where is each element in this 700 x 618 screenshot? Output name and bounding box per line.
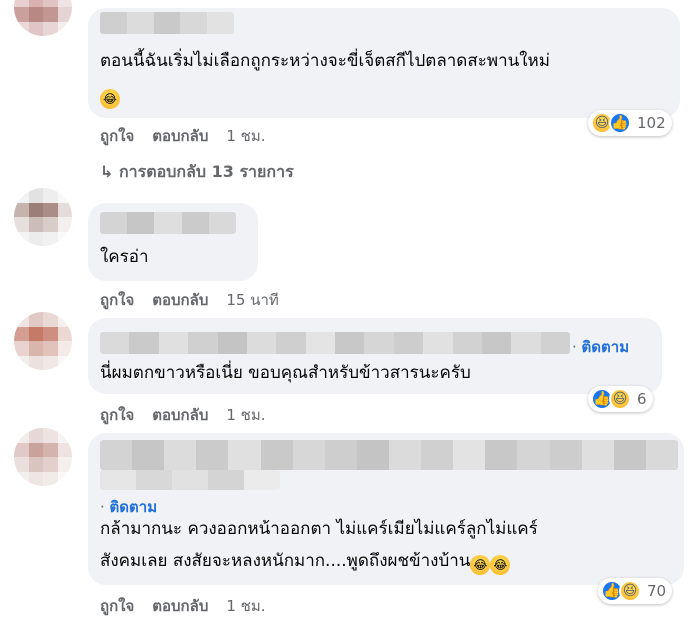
follow-link[interactable]: · ติดตาม xyxy=(572,335,629,359)
comment-actions: ถูกใจ ตอบกลับ 1 ชม. xyxy=(100,403,284,427)
laughing-emoji: 😂 xyxy=(490,555,511,575)
view-replies-link[interactable]: ↳ การตอบกลับ 13 รายการ xyxy=(100,160,294,185)
timestamp[interactable]: 1 ชม. xyxy=(226,594,265,618)
author-name-blurred[interactable] xyxy=(100,12,234,34)
avatar[interactable] xyxy=(14,312,72,370)
like-button[interactable]: ถูกใจ xyxy=(100,403,134,427)
reaction-count: 102 xyxy=(637,114,666,132)
comment-text: ตอนนี้ฉันเริ่มไม่เลือกถูกระหว่างจะขี่เจ็… xyxy=(100,51,550,71)
haha-reaction-icon: 😆 xyxy=(619,580,641,602)
reaction-summary[interactable]: 👍 😆 6 xyxy=(588,386,653,412)
author-name-blurred[interactable] xyxy=(100,440,678,470)
like-button[interactable]: ถูกใจ xyxy=(100,288,134,312)
comment-text: ใครอ่า xyxy=(100,247,149,267)
author-name-blurred xyxy=(100,470,280,490)
comment-text: นี่ผมตกขาวหรือเนี่ย ขอบคุณสำหรับข้าวสารน… xyxy=(100,363,471,383)
like-button[interactable]: ถูกใจ xyxy=(100,594,134,618)
haha-reaction-icon: 😆 xyxy=(609,388,631,410)
reply-button[interactable]: ตอบกลับ xyxy=(152,288,208,312)
avatar[interactable] xyxy=(14,0,72,36)
reply-button[interactable]: ตอบกลับ xyxy=(152,594,208,618)
like-button[interactable]: ถูกใจ xyxy=(100,124,134,148)
reaction-summary[interactable]: 👍 😆 70 xyxy=(598,578,673,604)
reply-button[interactable]: ตอบกลับ xyxy=(152,403,208,427)
comment-actions: ถูกใจ ตอบกลับ 1 ชม. xyxy=(100,124,284,148)
comment-emoji: 😂 xyxy=(100,82,120,109)
author-name-blurred[interactable] xyxy=(100,212,236,234)
reply-button[interactable]: ตอบกลับ xyxy=(152,124,208,148)
comment-actions: ถูกใจ ตอบกลับ 15 นาที xyxy=(100,288,297,312)
avatar[interactable] xyxy=(14,188,72,246)
reaction-summary[interactable]: 😆 👍 102 xyxy=(588,110,672,136)
like-reaction-icon: 👍 xyxy=(609,112,631,134)
reaction-count: 6 xyxy=(637,390,647,408)
timestamp[interactable]: 1 ชม. xyxy=(226,403,265,427)
comment-text-line-2: สังคมเลย สงสัยจะหลงหนักมาก....พูดถึงผชข้… xyxy=(100,548,511,575)
comment-actions: ถูกใจ ตอบกลับ 1 ชม. xyxy=(100,594,284,618)
laughing-emoji: 😂 xyxy=(100,89,120,109)
timestamp[interactable]: 1 ชม. xyxy=(226,124,265,148)
comment-text-line-1: กล้ามากนะ ควงออกหน้าออกตา ไม่แคร์เมียไม่… xyxy=(100,519,538,539)
author-name-blurred[interactable] xyxy=(100,332,570,354)
timestamp[interactable]: 15 นาที xyxy=(226,288,278,312)
avatar[interactable] xyxy=(14,428,72,486)
reaction-count: 70 xyxy=(647,582,667,600)
laughing-emoji: 😂 xyxy=(470,555,491,575)
